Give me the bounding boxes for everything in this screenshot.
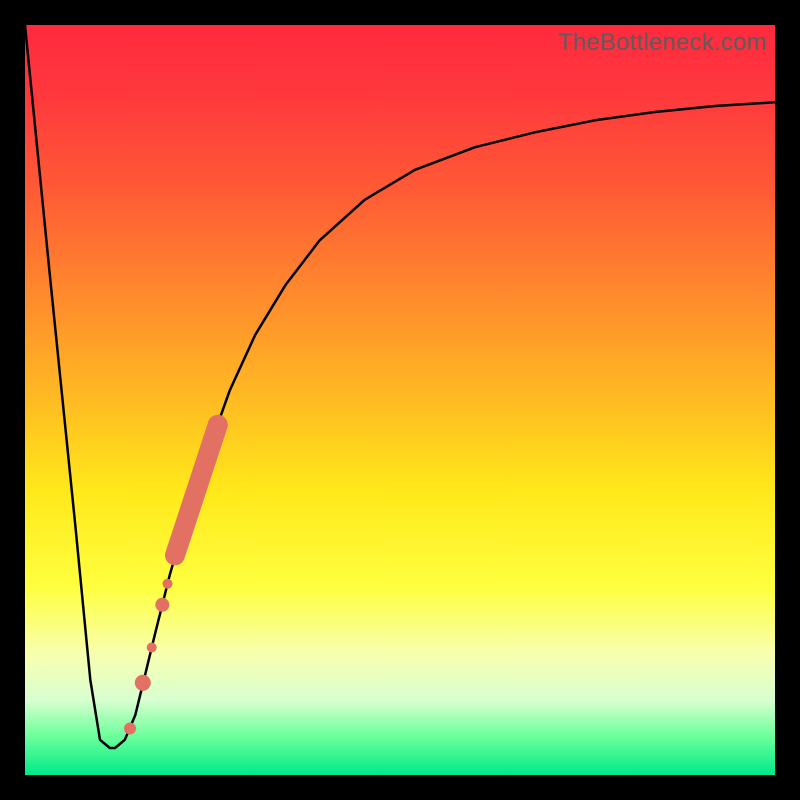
plot-area: TheBottleneck.com [25, 25, 775, 775]
chart-svg [25, 25, 775, 775]
marker-1 [124, 723, 136, 735]
marker-4 [155, 598, 169, 612]
marker-2 [135, 675, 151, 691]
watermark-text: TheBottleneck.com [558, 29, 767, 57]
curve-curve [25, 25, 775, 748]
chart-frame: TheBottleneck.com [0, 0, 800, 800]
thick-segment [175, 425, 218, 556]
marker-5 [163, 579, 173, 589]
marker-3 [147, 643, 157, 653]
